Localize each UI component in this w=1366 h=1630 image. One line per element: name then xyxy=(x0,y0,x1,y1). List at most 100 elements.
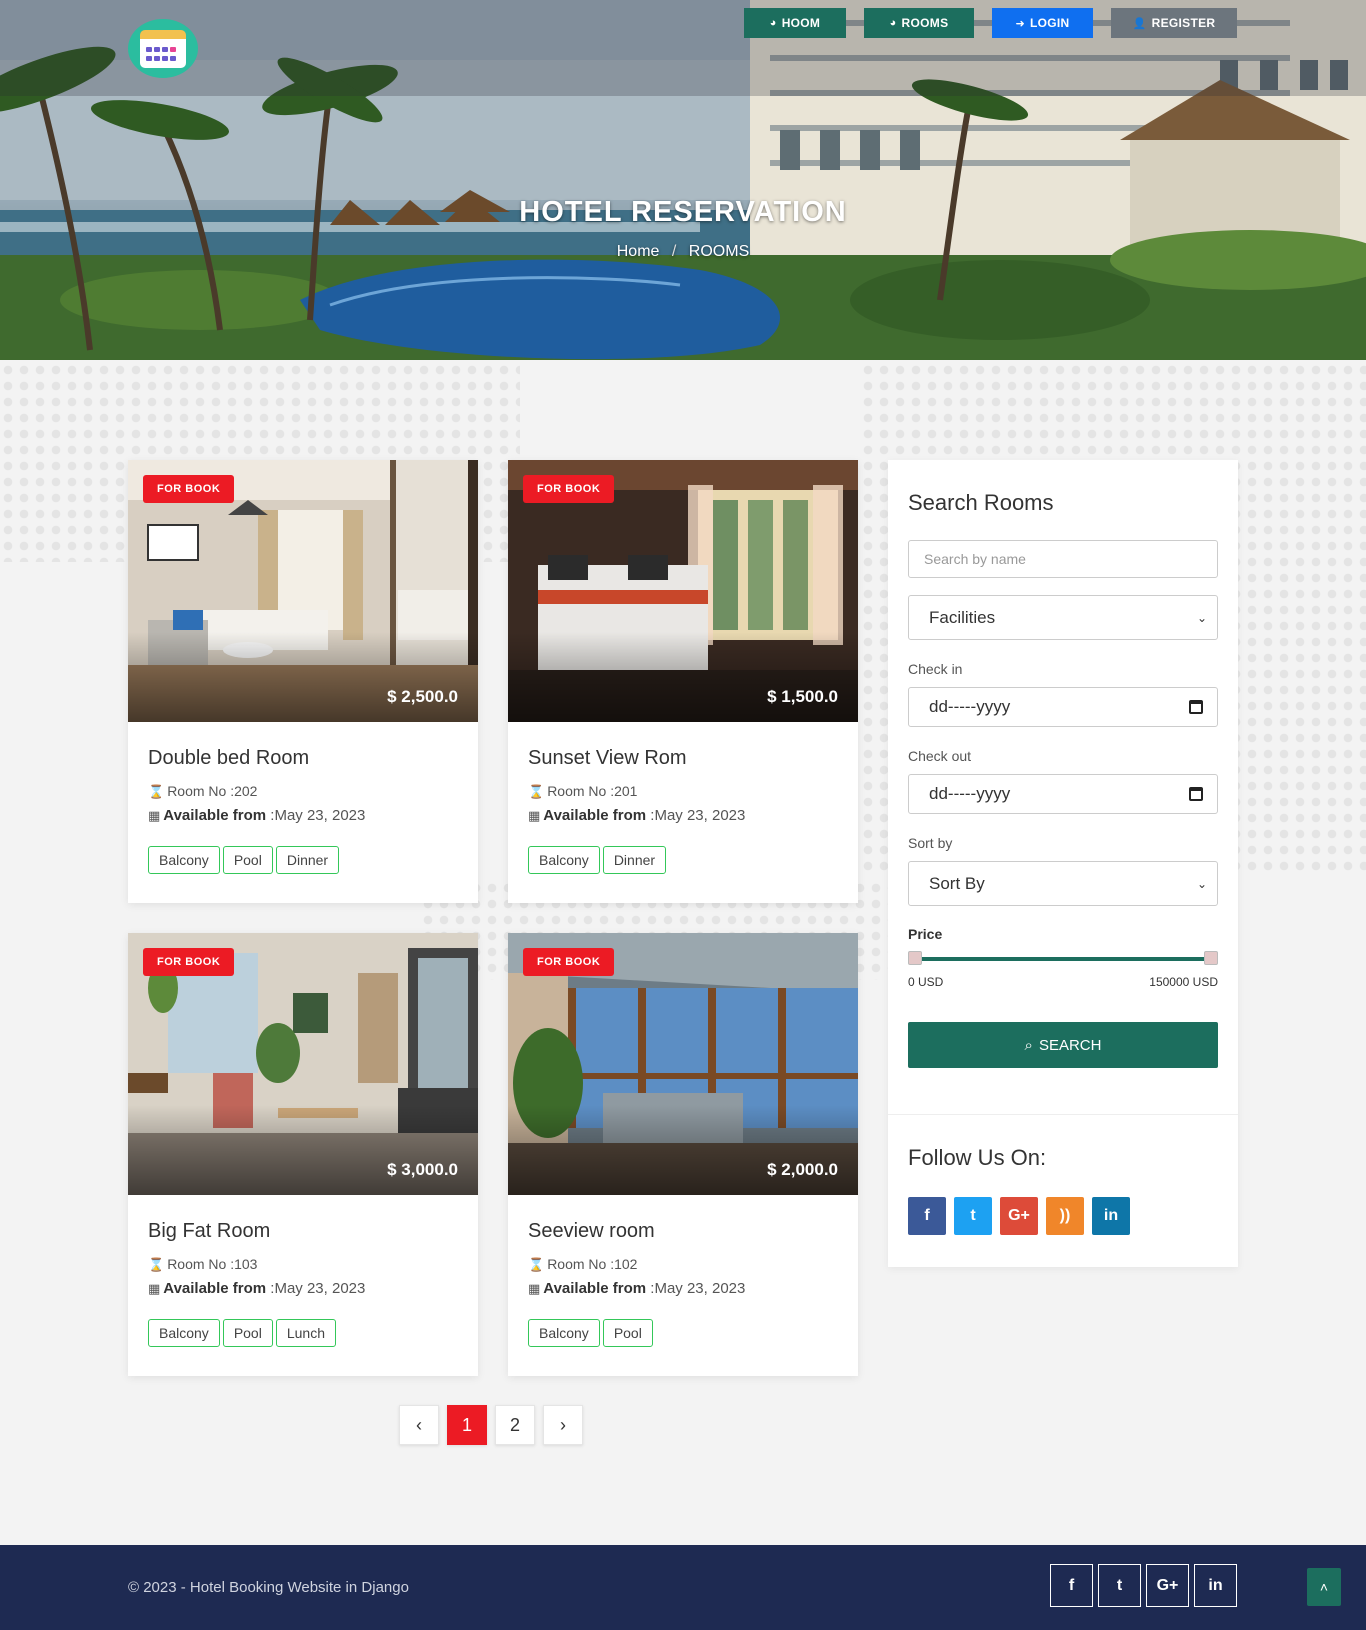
dashboard-icon: ◕ xyxy=(769,17,777,29)
room-number: ⌛ Room No :103 xyxy=(148,1256,257,1273)
nav-home-button[interactable]: ◕ HOOM xyxy=(744,8,846,38)
price-max-handle[interactable] xyxy=(1204,951,1218,965)
available-from-date: :May 23, 2023 xyxy=(270,807,366,824)
available-from-label: Available from xyxy=(163,1280,267,1297)
price-min-handle[interactable] xyxy=(908,951,922,965)
pagination-prev-button[interactable]: ‹ xyxy=(399,1405,439,1445)
google-plus-icon[interactable]: G+ xyxy=(1000,1197,1038,1235)
for-book-badge: FOR BOOK xyxy=(143,475,235,503)
availability: ▦ Available from :May 23, 2023 xyxy=(148,1280,365,1297)
checkout-label: Check out xyxy=(908,748,972,764)
checkin-label: Check in xyxy=(908,661,963,677)
search-icon: ⌕ xyxy=(1024,1036,1033,1054)
calendar-icon: ▦ xyxy=(148,1281,161,1296)
available-from-date: :May 23, 2023 xyxy=(270,1280,366,1297)
nav-rooms-button[interactable]: ◕ ROOMS xyxy=(864,8,974,38)
room-card[interactable]: FOR BOOK $ 2,500.0 Double bed Room ⌛ Room… xyxy=(128,460,478,903)
nav-login-button[interactable]: ➜ LOGIN xyxy=(992,8,1093,38)
copyright-text: © 2023 - Hotel Booking Website in Django xyxy=(128,1579,409,1596)
calendar-icon: ▦ xyxy=(528,1281,541,1296)
price-range-slider[interactable] xyxy=(915,957,1211,961)
room-name[interactable]: Double bed Room xyxy=(148,747,309,770)
pagination: ‹ 1 2 › xyxy=(399,1405,583,1445)
room-card[interactable]: FOR BOOK $ 1,500.0 Sunset View Rom ⌛ Room… xyxy=(508,460,858,903)
linkedin-icon[interactable]: in xyxy=(1092,1197,1130,1235)
facilities-select[interactable]: Facilities ⌄ xyxy=(908,595,1218,640)
nav-home-label: HOOM xyxy=(781,16,821,30)
nav-rooms-label: ROOMS xyxy=(901,16,949,30)
nav-register-label: REGISTER xyxy=(1151,16,1216,30)
facility-tags: Balcony Pool xyxy=(528,1319,653,1347)
for-book-badge: FOR BOOK xyxy=(523,475,615,503)
pagination-page-1[interactable]: 1 xyxy=(447,1405,487,1445)
facility-tags: Balcony Dinner xyxy=(528,846,667,874)
facility-tag: Balcony xyxy=(148,846,220,874)
hourglass-icon: ⌛ xyxy=(148,1257,165,1272)
room-number-value: 201 xyxy=(614,783,638,799)
search-button-label: SEARCH xyxy=(1038,1036,1102,1054)
room-price: $ 2,000.0 xyxy=(767,1160,838,1179)
breadcrumb: Home / ROOMS xyxy=(0,243,1366,261)
linkedin-icon[interactable]: in xyxy=(1194,1564,1237,1607)
breadcrumb-home-link[interactable]: Home xyxy=(617,243,660,260)
sign-in-icon: ➜ xyxy=(1015,17,1026,30)
facility-tag: Dinner xyxy=(275,846,340,874)
room-number-label: Room No : xyxy=(547,1256,615,1272)
available-from-label: Available from xyxy=(543,807,647,824)
room-number: ⌛ Room No :102 xyxy=(528,1256,637,1273)
room-card[interactable]: FOR BOOK $ 3,000.0 Big Fat Room ⌛ Room No… xyxy=(128,933,478,1376)
facebook-icon[interactable]: f xyxy=(908,1197,946,1235)
checkout-date-value: dd-----yyyy xyxy=(929,784,1011,803)
main-nav: ◕ HOOM ◕ ROOMS ➜ LOGIN 👤 REGISTER xyxy=(0,8,1366,38)
twitter-icon[interactable]: t xyxy=(954,1197,992,1235)
available-from-date: :May 23, 2023 xyxy=(650,807,746,824)
price-min-value: 0 USD xyxy=(908,975,944,989)
calendar-icon: ▦ xyxy=(148,808,161,823)
room-name[interactable]: Sunset View Rom xyxy=(528,747,687,770)
availability: ▦ Available from :May 23, 2023 xyxy=(528,807,745,824)
checkout-date-input[interactable]: dd-----yyyy xyxy=(908,774,1218,814)
search-name-placeholder: Search by name xyxy=(924,551,1026,567)
room-price: $ 3,000.0 xyxy=(387,1160,458,1179)
chevron-down-icon: ⌄ xyxy=(1196,876,1207,891)
availability: ▦ Available from :May 23, 2023 xyxy=(528,1280,745,1297)
search-name-input[interactable]: Search by name xyxy=(908,540,1218,578)
footer: © 2023 - Hotel Booking Website in Django… xyxy=(0,1545,1366,1630)
calendar-icon: ▦ xyxy=(528,808,541,823)
chevron-down-icon: ⌄ xyxy=(1196,610,1207,625)
search-button[interactable]: ⌕ SEARCH xyxy=(908,1022,1218,1068)
facility-tag: Pool xyxy=(222,1319,273,1347)
dashboard-icon: ◕ xyxy=(889,17,897,29)
pagination-page-2[interactable]: 2 xyxy=(495,1405,535,1445)
room-number-label: Room No : xyxy=(547,783,615,799)
room-number-value: 103 xyxy=(234,1256,258,1272)
facility-tags: Balcony Pool Lunch xyxy=(148,1319,336,1347)
for-book-badge: FOR BOOK xyxy=(143,948,235,976)
user-plus-icon: 👤 xyxy=(1132,17,1147,30)
twitter-icon[interactable]: t xyxy=(1098,1564,1141,1607)
sidebar-social-links: f t G+ )) in xyxy=(908,1197,1130,1235)
available-from-date: :May 23, 2023 xyxy=(650,1280,746,1297)
room-name[interactable]: Seeview room xyxy=(528,1220,655,1243)
room-number-label: Room No : xyxy=(167,783,235,799)
pagination-next-button[interactable]: › xyxy=(543,1405,583,1445)
page-title: HOTEL RESERVATION xyxy=(519,196,847,228)
room-card[interactable]: FOR BOOK $ 2,000.0 Seeview room ⌛ Room No… xyxy=(508,933,858,1376)
google-plus-icon[interactable]: G+ xyxy=(1146,1564,1189,1607)
checkin-date-input[interactable]: dd-----yyyy xyxy=(908,687,1218,727)
facilities-selected-value: Facilities xyxy=(929,607,996,627)
room-name[interactable]: Big Fat Room xyxy=(148,1220,270,1243)
calendar-icon[interactable] xyxy=(1189,787,1203,801)
nav-register-button[interactable]: 👤 REGISTER xyxy=(1111,8,1237,38)
room-number-value: 202 xyxy=(234,783,258,799)
back-to-top-button[interactable]: ˄ xyxy=(1307,1568,1341,1606)
hourglass-icon: ⌛ xyxy=(528,784,545,799)
rss-icon[interactable]: )) xyxy=(1046,1197,1084,1235)
calendar-icon[interactable] xyxy=(1189,700,1203,714)
search-sidebar: Search Rooms Search by name Facilities ⌄… xyxy=(888,460,1238,1267)
room-number-value: 102 xyxy=(614,1256,638,1272)
facility-tag: Dinner xyxy=(602,846,667,874)
facebook-icon[interactable]: f xyxy=(1050,1564,1093,1607)
room-number: ⌛ Room No :201 xyxy=(528,783,637,800)
sort-by-select[interactable]: Sort By ⌄ xyxy=(908,861,1218,906)
